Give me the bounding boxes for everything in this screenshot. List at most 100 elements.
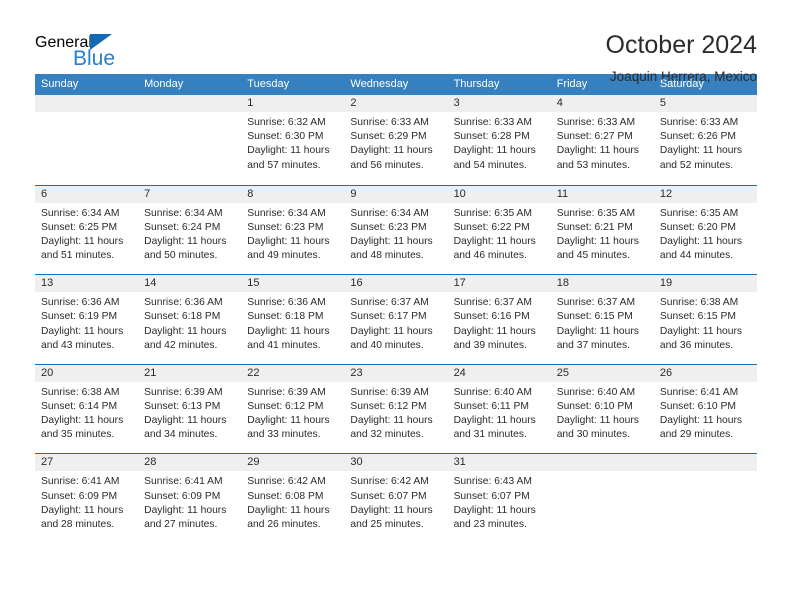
calendar-day-cell[interactable]: 8 Sunrise: 6:34 AM Sunset: 6:23 PM Daylight… — [241, 185, 345, 275]
calendar-day-cell[interactable]: 3 Sunrise: 6:33 AM Sunset: 6:28 PM Daylight… — [447, 95, 551, 185]
calendar-day-cell[interactable]: 7 Sunrise: 6:34 AM Sunset: 6:24 PM Daylight… — [138, 185, 242, 275]
calendar-day-cell[interactable]: 6 Sunrise: 6:34 AM Sunset: 6:25 PM Daylight… — [35, 185, 139, 275]
day-number: 7 — [138, 185, 242, 203]
daylight-text-line1: Daylight: 11 hours — [453, 236, 536, 247]
sunset-text: Sunset: 6:10 PM — [556, 400, 633, 412]
sunrise-text: Sunrise: 6:38 AM — [659, 297, 739, 309]
sunset-text: Sunset: 6:18 PM — [144, 311, 221, 323]
sunset-text: Sunset: 6:30 PM — [247, 131, 324, 143]
calendar-day-cell[interactable]: 17 Sunrise: 6:37 AM Sunset: 6:16 PM Dayligh… — [447, 275, 551, 364]
calendar-day-cell[interactable]: 19 Sunrise: 6:38 AM Sunset: 6:15 PM Dayligh… — [653, 275, 757, 364]
day-number: 29 — [241, 454, 345, 472]
day-number: 13 — [35, 275, 139, 293]
day-number: 10 — [447, 185, 551, 203]
calendar-day-cell-empty — [35, 95, 139, 185]
daylight-text-line1: Daylight: 11 hours — [41, 415, 124, 427]
calendar-day-cell[interactable]: 20 Sunrise: 6:38 AM Sunset: 6:14 PM Dayligh… — [35, 364, 139, 454]
calendar-day-cell[interactable]: 11 Sunrise: 6:35 AM Sunset: 6:21 PM Dayligh… — [550, 185, 654, 275]
day-number: 31 — [447, 454, 551, 472]
day-details: Sunrise: 6:41 AM Sunset: 6:10 PM Daylight:… — [654, 382, 757, 443]
sunrise-text: Sunrise: 6:40 AM — [453, 386, 532, 398]
daylight-text-line1: Daylight: 11 hours — [556, 236, 639, 247]
calendar-day-cell[interactable]: 10 Sunrise: 6:35 AM Sunset: 6:22 PM Dayligh… — [447, 185, 551, 275]
day-number: 2 — [344, 95, 448, 112]
weekday-header-row: Sunday Monday Tuesday Wednesday Thursday… — [35, 74, 757, 95]
calendar-day-cell[interactable]: 13 Sunrise: 6:36 AM Sunset: 6:19 PM Dayligh… — [35, 275, 139, 364]
calendar-day-cell[interactable]: 26 Sunrise: 6:41 AM Sunset: 6:10 PM Dayligh… — [653, 364, 757, 454]
daylight-text-line1: Daylight: 11 hours — [659, 236, 743, 247]
daylight-text-line2: and 51 minutes. — [41, 250, 115, 262]
daylight-text-line1: Daylight: 11 hours — [41, 504, 124, 516]
calendar-day-cell[interactable]: 5 Sunrise: 6:33 AM Sunset: 6:26 PM Daylight… — [653, 95, 757, 185]
calendar-day-cell-empty — [550, 454, 654, 543]
daylight-text-line2: and 54 minutes. — [453, 159, 527, 171]
calendar-day-cell[interactable]: 18 Sunrise: 6:37 AM Sunset: 6:15 PM Dayligh… — [550, 275, 654, 364]
weekday-header-thursday: Thursday — [453, 78, 500, 90]
daylight-text-line2: and 32 minutes. — [350, 429, 424, 441]
calendar-day-cell[interactable]: 29 Sunrise: 6:42 AM Sunset: 6:08 PM Dayligh… — [241, 454, 345, 543]
sunrise-text: Sunrise: 6:35 AM — [659, 207, 739, 219]
daylight-text-line1: Daylight: 11 hours — [144, 236, 227, 247]
sunrise-text: Sunrise: 6:39 AM — [247, 386, 326, 398]
sunrise-text: Sunrise: 6:34 AM — [247, 207, 326, 219]
day-number: 6 — [35, 185, 139, 203]
sunset-text: Sunset: 6:17 PM — [350, 311, 427, 323]
calendar-day-cell[interactable]: 21 Sunrise: 6:39 AM Sunset: 6:13 PM Dayligh… — [138, 364, 242, 454]
daylight-text-line1: Daylight: 11 hours — [659, 415, 743, 427]
sunrise-text: Sunrise: 6:34 AM — [144, 207, 223, 219]
calendar-day-cell[interactable]: 28 Sunrise: 6:41 AM Sunset: 6:09 PM Dayligh… — [138, 454, 242, 543]
calendar-day-cell[interactable]: 22 Sunrise: 6:39 AM Sunset: 6:12 PM Dayligh… — [241, 364, 345, 454]
day-details: Sunrise: 6:37 AM Sunset: 6:17 PM Daylight:… — [344, 292, 447, 353]
calendar-week-row: 13 Sunrise: 6:36 AM Sunset: 6:19 PM Dayligh… — [35, 274, 757, 364]
sunrise-text: Sunrise: 6:38 AM — [41, 386, 120, 398]
sunrise-text: Sunrise: 6:36 AM — [247, 297, 326, 309]
calendar-day-cell[interactable]: 2 Sunrise: 6:33 AM Sunset: 6:29 PM Daylight… — [344, 95, 448, 185]
daylight-text-line2: and 33 minutes. — [247, 429, 321, 441]
calendar-day-cell[interactable]: 27 Sunrise: 6:41 AM Sunset: 6:09 PM Dayligh… — [35, 454, 139, 543]
calendar-day-cell[interactable]: 25 Sunrise: 6:40 AM Sunset: 6:10 PM Dayligh… — [550, 364, 654, 454]
daylight-text-line1: Daylight: 11 hours — [144, 415, 227, 427]
daylight-text-line1: Daylight: 11 hours — [247, 236, 330, 247]
day-details: Sunrise: 6:42 AM Sunset: 6:07 PM Daylight:… — [344, 471, 447, 532]
day-details: Sunrise: 6:40 AM Sunset: 6:10 PM Daylight:… — [551, 382, 654, 443]
day-number: 12 — [653, 185, 757, 203]
brand-logo[interactable]: General Blue — [35, 30, 165, 69]
day-details: Sunrise: 6:35 AM Sunset: 6:21 PM Daylight:… — [551, 203, 654, 264]
weekday-header-wednesday: Wednesday — [350, 78, 409, 90]
daylight-text-line1: Daylight: 11 hours — [247, 504, 330, 516]
sunrise-text: Sunrise: 6:35 AM — [453, 207, 532, 219]
calendar-day-cell[interactable]: 16 Sunrise: 6:37 AM Sunset: 6:17 PM Dayligh… — [344, 275, 448, 364]
sunset-text: Sunset: 6:15 PM — [556, 311, 633, 323]
calendar-day-cell[interactable]: 9 Sunrise: 6:34 AM Sunset: 6:23 PM Daylight… — [344, 185, 448, 275]
calendar-day-cell[interactable]: 31 Sunrise: 6:43 AM Sunset: 6:07 PM Dayligh… — [447, 454, 551, 543]
day-number: 4 — [550, 95, 654, 112]
daylight-text-line1: Daylight: 11 hours — [41, 325, 124, 337]
weekday-header-sunday: Sunday — [41, 78, 79, 90]
calendar-day-cell[interactable]: 15 Sunrise: 6:36 AM Sunset: 6:18 PM Dayligh… — [241, 275, 345, 364]
day-number: 26 — [653, 364, 757, 382]
sunset-text: Sunset: 6:29 PM — [350, 131, 427, 143]
day-number: 21 — [138, 364, 242, 382]
weekday-header-monday: Monday — [144, 78, 184, 90]
daylight-text-line2: and 56 minutes. — [350, 159, 424, 171]
day-number: 27 — [35, 454, 139, 472]
daylight-text-line2: and 50 minutes. — [144, 250, 218, 262]
calendar-day-cell[interactable]: 4 Sunrise: 6:33 AM Sunset: 6:27 PM Daylight… — [550, 95, 654, 185]
calendar-day-cell[interactable]: 23 Sunrise: 6:39 AM Sunset: 6:12 PM Dayligh… — [344, 364, 448, 454]
calendar-day-cell[interactable]: 12 Sunrise: 6:35 AM Sunset: 6:20 PM Dayligh… — [653, 185, 757, 275]
sunrise-text: Sunrise: 6:35 AM — [556, 207, 636, 219]
sunset-text: Sunset: 6:09 PM — [41, 490, 118, 502]
calendar-day-cell[interactable]: 30 Sunrise: 6:42 AM Sunset: 6:07 PM Dayligh… — [344, 454, 448, 543]
day-details: Sunrise: 6:35 AM Sunset: 6:22 PM Daylight:… — [448, 203, 551, 264]
calendar-day-cell[interactable]: 14 Sunrise: 6:36 AM Sunset: 6:18 PM Dayligh… — [138, 275, 242, 364]
day-details: Sunrise: 6:39 AM Sunset: 6:13 PM Daylight:… — [138, 382, 241, 443]
sunrise-text: Sunrise: 6:41 AM — [41, 476, 120, 488]
sunset-text: Sunset: 6:16 PM — [453, 311, 530, 323]
day-number: 3 — [447, 95, 551, 112]
sunrise-text: Sunrise: 6:33 AM — [659, 117, 739, 128]
calendar-day-cell[interactable]: 24 Sunrise: 6:40 AM Sunset: 6:11 PM Dayligh… — [447, 364, 551, 454]
day-details: Sunrise: 6:34 AM Sunset: 6:24 PM Daylight:… — [138, 203, 241, 264]
calendar-day-cell[interactable]: 1 Sunrise: 6:32 AM Sunset: 6:30 PM Daylight… — [241, 95, 345, 185]
calendar-week-row: 27 Sunrise: 6:41 AM Sunset: 6:09 PM Dayligh… — [35, 453, 757, 543]
day-details: Sunrise: 6:35 AM Sunset: 6:20 PM Daylight:… — [654, 203, 757, 264]
